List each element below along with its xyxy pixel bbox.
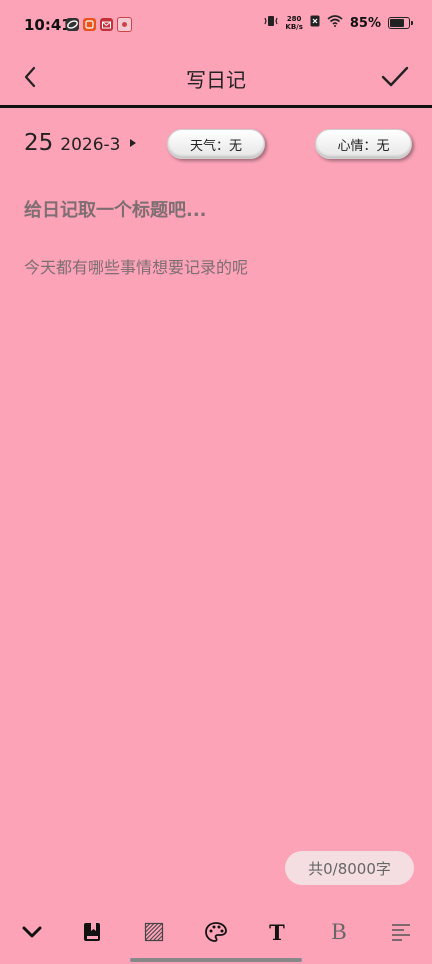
no-sim-icon: [310, 15, 320, 31]
texture-pattern-icon: [144, 922, 164, 942]
date-day: 25: [24, 130, 54, 156]
vibrate-icon: [264, 15, 278, 31]
network-speed-value: 280: [286, 15, 302, 23]
alignment-button[interactable]: [384, 916, 418, 948]
char-counter: 共0/8000字: [285, 851, 414, 885]
app-header: 写日记: [0, 52, 432, 104]
status-indicators: 280 KB/s 85%: [264, 15, 413, 31]
header-divider: [0, 105, 432, 108]
bookmark-book-icon: [84, 923, 100, 941]
app-notification-icon: [66, 18, 79, 31]
chevron-down-icon: [22, 926, 42, 938]
weather-button[interactable]: 天气：无: [167, 129, 265, 159]
title-input[interactable]: 给日记取一个标题吧...: [24, 196, 404, 222]
font-button[interactable]: T: [260, 916, 294, 948]
mood-button[interactable]: 心情：无: [315, 129, 412, 159]
network-speed: 280 KB/s: [285, 15, 302, 31]
bold-button[interactable]: B: [322, 916, 356, 948]
battery-percent: 85%: [349, 15, 381, 31]
photo-app-icon: [117, 17, 132, 32]
collapse-button[interactable]: [15, 916, 49, 948]
date-selector[interactable]: 25 2026-3: [24, 130, 136, 156]
date-year-month: 2026-3: [60, 135, 121, 155]
status-notification-icons: [66, 17, 132, 32]
check-icon: [381, 66, 409, 87]
wifi-icon: [327, 15, 343, 31]
bold-icon: B: [331, 919, 347, 944]
mail-icon: [100, 18, 113, 31]
network-speed-unit: KB/s: [285, 23, 303, 31]
color-theme-button[interactable]: [199, 916, 233, 948]
editor-toolbar: T B: [0, 912, 432, 952]
content-input[interactable]: 今天都有哪些事情想要记录的呢: [24, 254, 404, 278]
background-texture-button[interactable]: [137, 916, 171, 948]
page-title: 写日记: [186, 68, 246, 92]
status-time: 10:41: [24, 16, 72, 34]
status-bar: 10:41 280 KB/s 85%: [0, 0, 432, 52]
battery-icon: [388, 17, 413, 29]
save-button[interactable]: [378, 62, 412, 92]
caret-right-icon: [129, 139, 136, 147]
notebook-button[interactable]: [75, 916, 109, 948]
home-indicator[interactable]: [130, 958, 302, 962]
align-icon: [392, 924, 410, 941]
text-font-icon: T: [269, 919, 285, 945]
palette-icon: [205, 922, 227, 942]
orange-app-icon: [83, 18, 96, 31]
